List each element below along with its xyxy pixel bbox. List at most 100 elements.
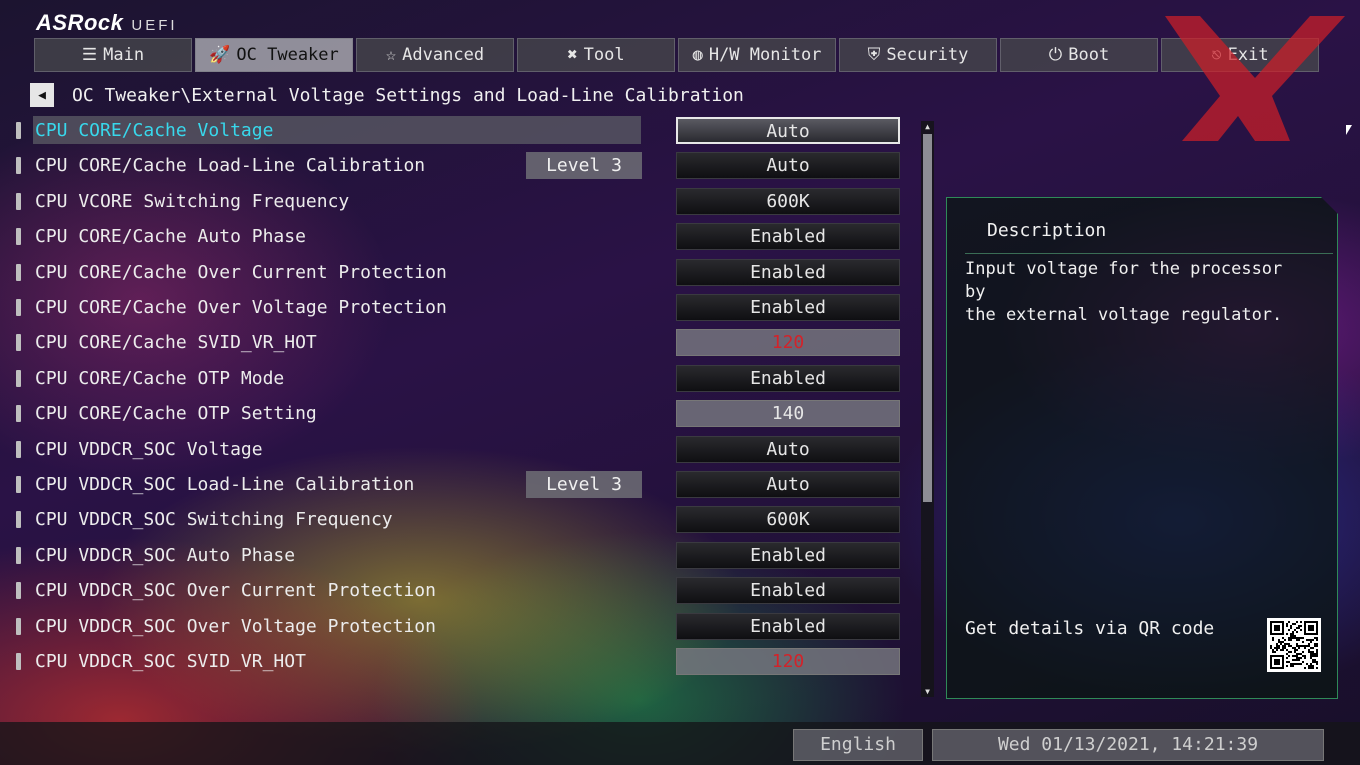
mouse-cursor-icon [1346, 125, 1352, 135]
setting-label: CPU VDDCR_SOC Voltage [35, 438, 263, 460]
setting-row[interactable]: CPU CORE/Cache Voltage Auto [0, 116, 920, 146]
row-marker-icon [16, 122, 21, 139]
row-marker-icon [16, 653, 21, 670]
description-title: Description [987, 220, 1107, 241]
setting-row[interactable]: CPU VDDCR_SOC Over Voltage Protection Ena… [0, 612, 920, 642]
setting-label: CPU CORE/Cache Over Voltage Protection [35, 297, 447, 318]
scroll-down-icon[interactable]: ▼ [921, 686, 934, 697]
setting-number-input[interactable]: 120 [676, 329, 900, 357]
datetime-display: Wed 01/13/2021, 14:21:39 [932, 729, 1324, 761]
row-marker-icon [16, 546, 21, 564]
setting-dropdown[interactable]: Enabled [676, 294, 900, 321]
tab-boot[interactable]: ⏻ Boot [1000, 38, 1158, 72]
setting-dropdown[interactable]: Enabled [676, 541, 900, 569]
row-marker-icon [16, 228, 21, 246]
tab-tool[interactable]: ✖ Tool [517, 38, 675, 72]
qr-code-icon [1267, 618, 1321, 672]
setting-dropdown[interactable]: 600K [676, 506, 900, 534]
setting-label: CPU VDDCR_SOC Switching Frequency [35, 509, 393, 531]
setting-row[interactable]: CPU VDDCR_SOC Load-Line Calibration Level… [0, 470, 920, 500]
asrock-logo: ASRock UEFI [36, 10, 178, 35]
tab-label: Boot [1068, 45, 1110, 65]
row-marker-icon [16, 617, 21, 635]
row-marker-icon [16, 440, 21, 458]
setting-dropdown[interactable]: Enabled [676, 223, 900, 251]
main-nav: ☰ Main 🚀 OC Tweaker ☆ Advanced ✖ Tool ◍ H/W Monit… [34, 38, 1319, 72]
setting-label: CPU VCORE Switching Frequency [35, 190, 350, 212]
setting-dropdown[interactable]: Auto [676, 471, 900, 498]
setting-label: CPU CORE/Cache OTP Setting [35, 403, 317, 425]
tab-oc-tweaker[interactable]: 🚀 OC Tweaker [195, 38, 353, 72]
setting-label: CPU CORE/Cache OTP Mode [35, 367, 285, 389]
tab-exit[interactable]: ⎋ Exit [1161, 38, 1319, 72]
tab-advanced[interactable]: ☆ Advanced [356, 38, 514, 72]
setting-dropdown[interactable]: Enabled [676, 364, 900, 392]
setting-row[interactable]: CPU VDDCR_SOC Over Current Protection Ena… [0, 576, 920, 606]
description-text: Input voltage for the processor by the e… [965, 259, 1283, 325]
scrollbar[interactable]: ▲ ▼ [921, 121, 934, 697]
row-marker-icon [16, 263, 21, 281]
tab-label: Security [886, 45, 969, 65]
row-marker-icon [16, 157, 21, 175]
power-icon: ⏻ [1048, 45, 1063, 65]
setting-label: CPU CORE/Cache Voltage [35, 120, 274, 141]
row-marker-icon [16, 476, 21, 493]
setting-row[interactable]: CPU VDDCR_SOC Auto Phase Enabled [0, 541, 920, 571]
row-marker-icon [16, 405, 21, 423]
tab-h-w-monitor[interactable]: ◍ H/W Monitor [678, 38, 836, 72]
setting-row[interactable]: CPU VCORE Switching Frequency 600K [0, 187, 920, 217]
tab-main[interactable]: ☰ Main [34, 38, 192, 72]
setting-number-input[interactable]: 140 [676, 400, 900, 428]
setting-row[interactable]: CPU VDDCR_SOC SVID_VR_HOT 120 [0, 647, 920, 677]
setting-label: CPU CORE/Cache SVID_VR_HOT [35, 332, 317, 354]
tab-label: Main [103, 45, 145, 65]
setting-label: CPU VDDCR_SOC Over Voltage Protection [35, 615, 436, 637]
shield-icon: ⛨ [867, 45, 881, 65]
setting-row[interactable]: CPU CORE/Cache OTP Setting 140 [0, 399, 920, 429]
list-icon: ☰ [81, 45, 98, 65]
setting-dropdown[interactable]: Auto [676, 435, 900, 463]
row-marker-icon [16, 299, 21, 316]
setting-row[interactable]: CPU CORE/Cache Over Current Protection En… [0, 258, 920, 288]
setting-label: CPU CORE/Cache Over Current Protection [35, 261, 447, 283]
breadcrumb: ◀ OC Tweaker\External Voltage Settings a… [30, 82, 744, 108]
row-marker-icon [16, 369, 21, 387]
current-value-badge: Level 3 [526, 471, 642, 498]
row-marker-icon [16, 334, 21, 352]
scroll-up-icon[interactable]: ▲ [921, 121, 934, 132]
row-marker-icon [16, 511, 21, 529]
tab-label: Tool [583, 45, 625, 65]
setting-dropdown[interactable]: Enabled [676, 577, 900, 605]
back-button[interactable]: ◀ [30, 83, 54, 107]
setting-dropdown[interactable]: 600K [676, 187, 900, 215]
setting-row[interactable]: CPU CORE/Cache OTP Mode Enabled [0, 364, 920, 394]
language-button[interactable]: English [793, 729, 923, 761]
setting-row[interactable]: CPU CORE/Cache Auto Phase Enabled [0, 222, 920, 252]
setting-label: CPU CORE/Cache Load-Line Calibration [35, 155, 426, 177]
back-arrow-icon: ◀ [38, 87, 46, 103]
setting-dropdown[interactable]: Enabled [676, 258, 900, 286]
current-value-badge: Level 3 [526, 152, 642, 180]
tab-label: Exit [1227, 45, 1269, 65]
tab-label: Advanced [402, 45, 485, 65]
setting-dropdown[interactable]: Enabled [676, 612, 900, 640]
setting-dropdown[interactable]: Auto [676, 117, 900, 144]
setting-row[interactable]: CPU CORE/Cache Load-Line Calibration Leve… [0, 151, 920, 181]
breadcrumb-path: OC Tweaker\External Voltage Settings and… [72, 84, 744, 106]
description-divider [965, 253, 1333, 254]
setting-row[interactable]: CPU VDDCR_SOC Switching Frequency 600K [0, 505, 920, 535]
setting-label: CPU VDDCR_SOC SVID_VR_HOT [35, 651, 306, 672]
setting-dropdown[interactable]: Auto [676, 152, 900, 180]
setting-number-input[interactable]: 120 [676, 648, 900, 675]
watermark-xx-icon [1165, 16, 1345, 141]
setting-row[interactable]: CPU CORE/Cache Over Voltage Protection En… [0, 293, 920, 323]
setting-label: CPU VDDCR_SOC Load-Line Calibration [35, 474, 415, 495]
scroll-thumb[interactable] [923, 134, 932, 502]
setting-label: CPU CORE/Cache Auto Phase [35, 226, 306, 248]
tab-security[interactable]: ⛨ Security [839, 38, 997, 72]
qr-label: Get details via QR code [965, 618, 1215, 639]
setting-row[interactable]: CPU VDDCR_SOC Voltage Auto [0, 435, 920, 465]
tab-label: H/W Monitor [708, 45, 822, 65]
setting-row[interactable]: CPU CORE/Cache SVID_VR_HOT 120 [0, 328, 920, 358]
setting-label: CPU VDDCR_SOC Auto Phase [35, 544, 296, 566]
